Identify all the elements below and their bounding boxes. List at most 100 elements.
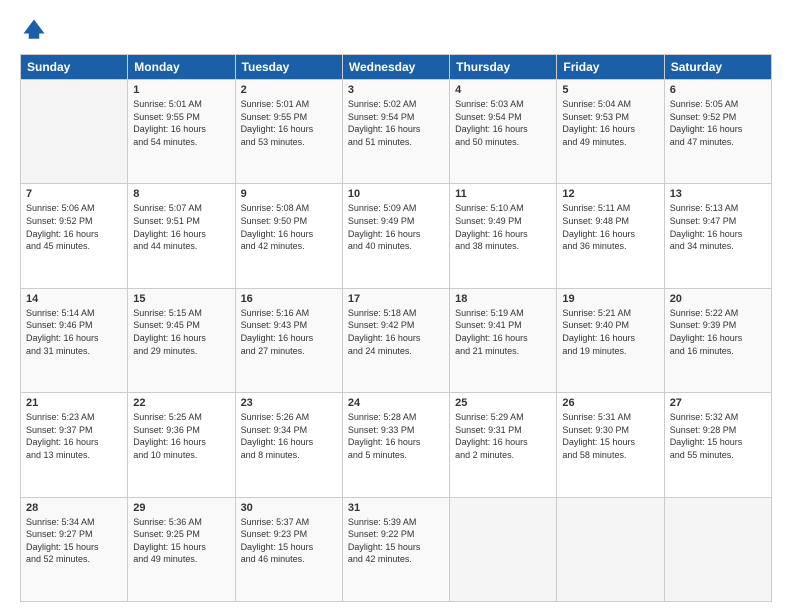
day-info: Sunrise: 5:07 AMSunset: 9:51 PMDaylight:…: [133, 202, 229, 252]
day-info: Sunrise: 5:36 AMSunset: 9:25 PMDaylight:…: [133, 516, 229, 566]
day-number: 15: [133, 293, 229, 305]
day-number: 4: [455, 84, 551, 96]
day-cell: [450, 497, 557, 601]
day-cell: 1 Sunrise: 5:01 AMSunset: 9:55 PMDaylight…: [128, 80, 235, 184]
day-cell: 16 Sunrise: 5:16 AMSunset: 9:43 PMDayligh…: [235, 288, 342, 392]
day-info: Sunrise: 5:21 AMSunset: 9:40 PMDaylight:…: [562, 307, 658, 357]
day-number: 20: [670, 293, 766, 305]
day-info: Sunrise: 5:11 AMSunset: 9:48 PMDaylight:…: [562, 202, 658, 252]
day-number: 1: [133, 84, 229, 96]
day-cell: [21, 80, 128, 184]
day-cell: 19 Sunrise: 5:21 AMSunset: 9:40 PMDayligh…: [557, 288, 664, 392]
day-info: Sunrise: 5:01 AMSunset: 9:55 PMDaylight:…: [241, 98, 337, 148]
day-cell: 21 Sunrise: 5:23 AMSunset: 9:37 PMDayligh…: [21, 393, 128, 497]
day-number: 9: [241, 188, 337, 200]
week-row-4: 21 Sunrise: 5:23 AMSunset: 9:37 PMDayligh…: [21, 393, 772, 497]
day-cell: 27Sunrise: 5:32 AMSunset: 9:28 PMDayligh…: [664, 393, 771, 497]
day-info: Sunrise: 5:23 AMSunset: 9:37 PMDaylight:…: [26, 411, 122, 461]
day-number: 10: [348, 188, 444, 200]
day-info: Sunrise: 5:14 AMSunset: 9:46 PMDaylight:…: [26, 307, 122, 357]
day-cell: 22Sunrise: 5:25 AMSunset: 9:36 PMDayligh…: [128, 393, 235, 497]
week-row-1: 1 Sunrise: 5:01 AMSunset: 9:55 PMDaylight…: [21, 80, 772, 184]
day-number: 18: [455, 293, 551, 305]
col-header-friday: Friday: [557, 55, 664, 80]
day-cell: 20 Sunrise: 5:22 AMSunset: 9:39 PMDayligh…: [664, 288, 771, 392]
day-number: 22: [133, 397, 229, 409]
day-cell: 31Sunrise: 5:39 AMSunset: 9:22 PMDayligh…: [342, 497, 449, 601]
day-cell: 7 Sunrise: 5:06 AMSunset: 9:52 PMDaylight…: [21, 184, 128, 288]
week-row-2: 7 Sunrise: 5:06 AMSunset: 9:52 PMDaylight…: [21, 184, 772, 288]
col-header-wednesday: Wednesday: [342, 55, 449, 80]
day-number: 8: [133, 188, 229, 200]
day-info: Sunrise: 5:19 AMSunset: 9:41 PMDaylight:…: [455, 307, 551, 357]
day-info: Sunrise: 5:02 AMSunset: 9:54 PMDaylight:…: [348, 98, 444, 148]
page: SundayMondayTuesdayWednesdayThursdayFrid…: [0, 0, 792, 612]
day-cell: 17 Sunrise: 5:18 AMSunset: 9:42 PMDayligh…: [342, 288, 449, 392]
day-info: Sunrise: 5:32 AMSunset: 9:28 PMDaylight:…: [670, 411, 766, 461]
day-info: Sunrise: 5:15 AMSunset: 9:45 PMDaylight:…: [133, 307, 229, 357]
day-cell: 13 Sunrise: 5:13 AMSunset: 9:47 PMDayligh…: [664, 184, 771, 288]
day-number: 19: [562, 293, 658, 305]
day-info: Sunrise: 5:13 AMSunset: 9:47 PMDaylight:…: [670, 202, 766, 252]
day-cell: 23Sunrise: 5:26 AMSunset: 9:34 PMDayligh…: [235, 393, 342, 497]
day-number: 2: [241, 84, 337, 96]
day-info: Sunrise: 5:10 AMSunset: 9:49 PMDaylight:…: [455, 202, 551, 252]
day-number: 14: [26, 293, 122, 305]
day-cell: 26 Sunrise: 5:31 AMSunset: 9:30 PMDayligh…: [557, 393, 664, 497]
day-cell: 28Sunrise: 5:34 AMSunset: 9:27 PMDayligh…: [21, 497, 128, 601]
day-cell: 11 Sunrise: 5:10 AMSunset: 9:49 PMDayligh…: [450, 184, 557, 288]
day-number: 12: [562, 188, 658, 200]
day-number: 30: [241, 502, 337, 514]
day-info: Sunrise: 5:03 AMSunset: 9:54 PMDaylight:…: [455, 98, 551, 148]
day-info: Sunrise: 5:08 AMSunset: 9:50 PMDaylight:…: [241, 202, 337, 252]
day-info: Sunrise: 5:01 AMSunset: 9:55 PMDaylight:…: [133, 98, 229, 148]
calendar-table: SundayMondayTuesdayWednesdayThursdayFrid…: [20, 54, 772, 602]
day-info: Sunrise: 5:09 AMSunset: 9:49 PMDaylight:…: [348, 202, 444, 252]
day-cell: 15 Sunrise: 5:15 AMSunset: 9:45 PMDayligh…: [128, 288, 235, 392]
day-cell: 29 Sunrise: 5:36 AMSunset: 9:25 PMDayligh…: [128, 497, 235, 601]
day-info: Sunrise: 5:34 AMSunset: 9:27 PMDaylight:…: [26, 516, 122, 566]
day-cell: 4 Sunrise: 5:03 AMSunset: 9:54 PMDaylight…: [450, 80, 557, 184]
day-info: Sunrise: 5:39 AMSunset: 9:22 PMDaylight:…: [348, 516, 444, 566]
day-number: 25: [455, 397, 551, 409]
day-cell: 3Sunrise: 5:02 AMSunset: 9:54 PMDaylight…: [342, 80, 449, 184]
day-info: Sunrise: 5:31 AMSunset: 9:30 PMDaylight:…: [562, 411, 658, 461]
week-row-3: 14 Sunrise: 5:14 AMSunset: 9:46 PMDayligh…: [21, 288, 772, 392]
day-cell: 25 Sunrise: 5:29 AMSunset: 9:31 PMDayligh…: [450, 393, 557, 497]
day-number: 21: [26, 397, 122, 409]
day-cell: 14 Sunrise: 5:14 AMSunset: 9:46 PMDayligh…: [21, 288, 128, 392]
day-number: 29: [133, 502, 229, 514]
calendar-header-row: SundayMondayTuesdayWednesdayThursdayFrid…: [21, 55, 772, 80]
day-number: 17: [348, 293, 444, 305]
day-number: 13: [670, 188, 766, 200]
day-number: 24: [348, 397, 444, 409]
day-cell: 30 Sunrise: 5:37 AMSunset: 9:23 PMDayligh…: [235, 497, 342, 601]
week-row-5: 28Sunrise: 5:34 AMSunset: 9:27 PMDayligh…: [21, 497, 772, 601]
day-cell: 24Sunrise: 5:28 AMSunset: 9:33 PMDayligh…: [342, 393, 449, 497]
day-info: Sunrise: 5:22 AMSunset: 9:39 PMDaylight:…: [670, 307, 766, 357]
day-cell: [664, 497, 771, 601]
day-number: 5: [562, 84, 658, 96]
logo-icon: [20, 16, 48, 44]
day-info: Sunrise: 5:18 AMSunset: 9:42 PMDaylight:…: [348, 307, 444, 357]
day-info: Sunrise: 5:29 AMSunset: 9:31 PMDaylight:…: [455, 411, 551, 461]
day-info: Sunrise: 5:37 AMSunset: 9:23 PMDaylight:…: [241, 516, 337, 566]
day-cell: [557, 497, 664, 601]
day-number: 11: [455, 188, 551, 200]
day-number: 7: [26, 188, 122, 200]
day-info: Sunrise: 5:05 AMSunset: 9:52 PMDaylight:…: [670, 98, 766, 148]
day-number: 23: [241, 397, 337, 409]
day-info: Sunrise: 5:06 AMSunset: 9:52 PMDaylight:…: [26, 202, 122, 252]
day-cell: 12 Sunrise: 5:11 AMSunset: 9:48 PMDayligh…: [557, 184, 664, 288]
col-header-sunday: Sunday: [21, 55, 128, 80]
col-header-thursday: Thursday: [450, 55, 557, 80]
day-info: Sunrise: 5:04 AMSunset: 9:53 PMDaylight:…: [562, 98, 658, 148]
day-cell: 18 Sunrise: 5:19 AMSunset: 9:41 PMDayligh…: [450, 288, 557, 392]
col-header-saturday: Saturday: [664, 55, 771, 80]
col-header-monday: Monday: [128, 55, 235, 80]
day-info: Sunrise: 5:16 AMSunset: 9:43 PMDaylight:…: [241, 307, 337, 357]
day-number: 26: [562, 397, 658, 409]
logo: [20, 16, 54, 44]
day-number: 16: [241, 293, 337, 305]
day-number: 6: [670, 84, 766, 96]
